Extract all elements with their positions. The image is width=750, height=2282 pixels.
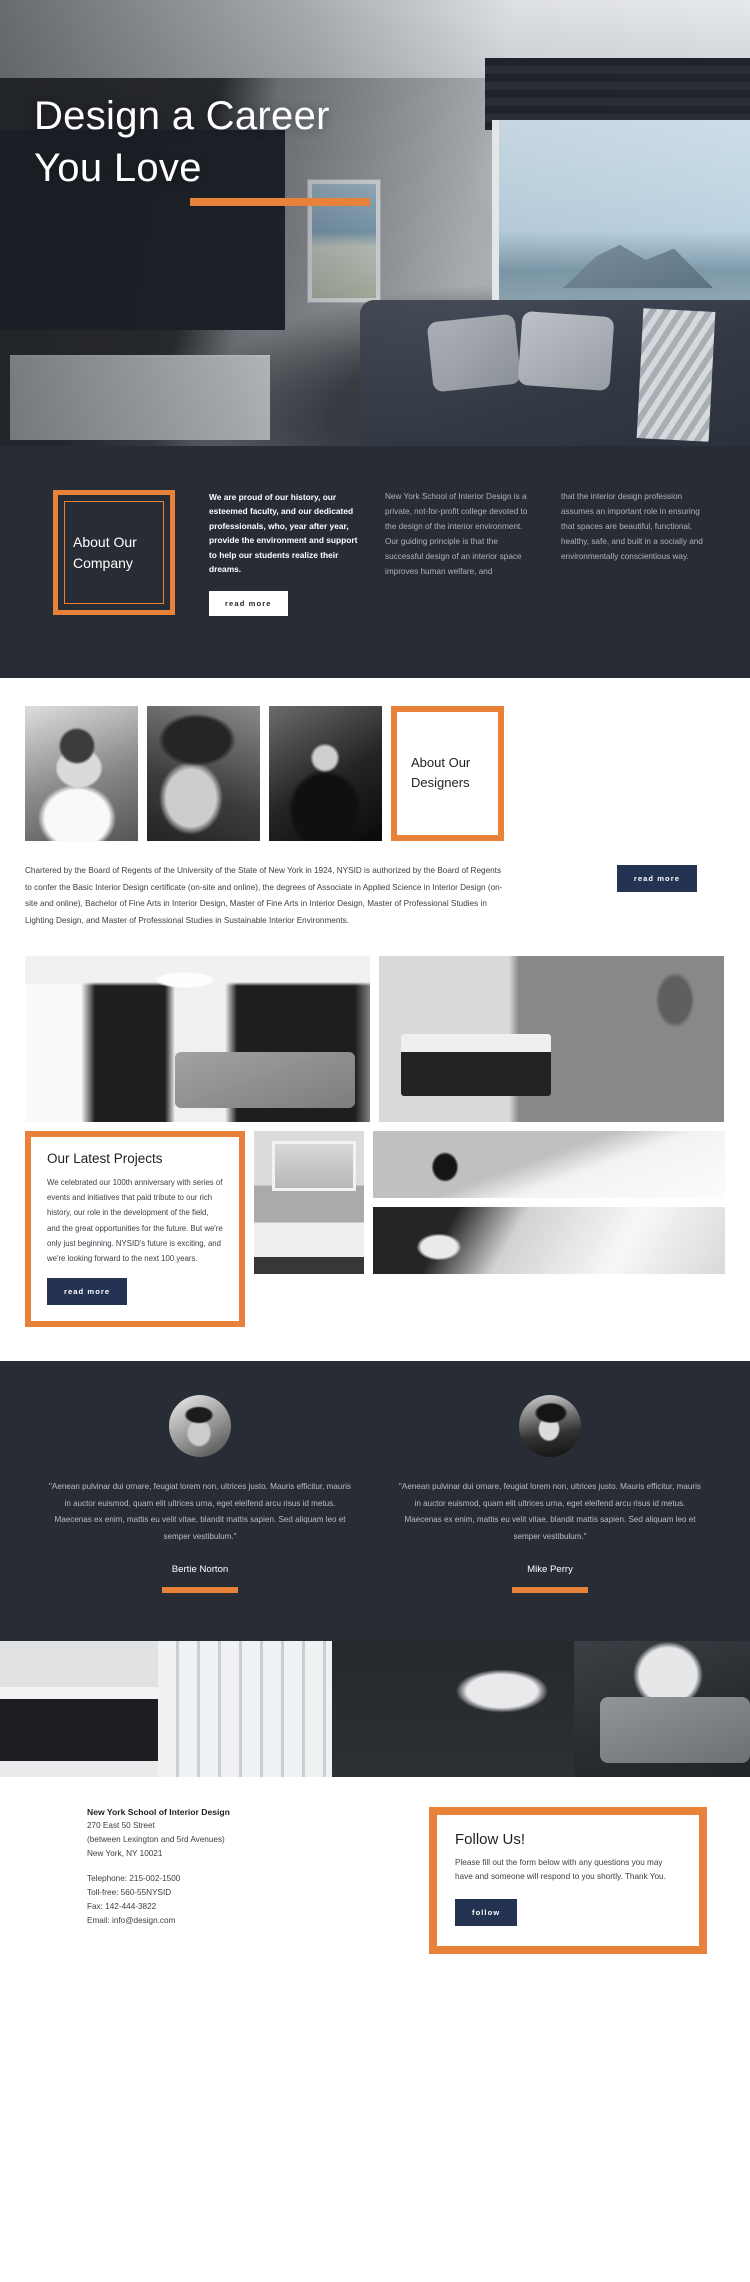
about-designers-read-more-button[interactable]: read more bbox=[616, 864, 697, 892]
testimonials-section: "Aenean pulvinar dui ornare, feugiat lor… bbox=[0, 1361, 750, 1641]
about-company-frame: About Our Company bbox=[53, 490, 175, 615]
testimonial-accent-bar bbox=[162, 1586, 238, 1593]
footer-image-strip bbox=[0, 1640, 750, 1777]
latest-projects-read-more-button[interactable]: read more bbox=[47, 1278, 128, 1306]
testimonial-author-name: Mike Perry bbox=[527, 1563, 573, 1575]
testimonial-card: "Aenean pulvinar dui ornare, feugiat lor… bbox=[375, 1395, 725, 1593]
follow-us-title: Follow Us! bbox=[455, 1830, 526, 1848]
designer-photo-3 bbox=[269, 705, 382, 841]
footer-telephone: Telephone: 215-002-1500 bbox=[87, 1873, 181, 1883]
designer-photo-1 bbox=[25, 705, 138, 841]
avatar bbox=[519, 1395, 581, 1458]
strip-image-fireplace bbox=[0, 1640, 159, 1777]
about-designers-section: About Our Designers Chartered by the Boa… bbox=[0, 677, 750, 930]
latest-projects-title: Our Latest Projects bbox=[47, 1150, 163, 1166]
hero-title-line-1: Design a Career bbox=[34, 94, 330, 138]
about-company-column-2: New York School of Interior Design is a … bbox=[373, 490, 549, 616]
project-image-bed-mug bbox=[373, 1130, 725, 1198]
strip-image-french-doors bbox=[158, 1640, 332, 1777]
footer-spacer bbox=[87, 1861, 325, 1872]
about-company-read-more-button[interactable]: read more bbox=[209, 590, 288, 616]
follow-us-card: Follow Us! Please fill out the form belo… bbox=[429, 1806, 707, 1955]
about-designers-body: Chartered by the Board of Regents of the… bbox=[25, 865, 503, 926]
footer-address-line-1: 270 East 50 Street bbox=[87, 1820, 155, 1830]
avatar bbox=[169, 1395, 231, 1458]
testimonial-quote: "Aenean pulvinar dui ornare, feugiat lor… bbox=[49, 1482, 351, 1541]
latest-projects-section: Our Latest Projects We celebrated our 10… bbox=[0, 929, 750, 1362]
project-image-lounge-sofa bbox=[373, 1206, 725, 1274]
testimonial-quote: "Aenean pulvinar dui ornare, feugiat lor… bbox=[399, 1482, 701, 1541]
project-image-bedroom-desk bbox=[379, 955, 724, 1122]
footer-address-line-3: New York, NY 10021 bbox=[87, 1848, 163, 1858]
hero-section: Design a Career You Love bbox=[0, 0, 750, 446]
latest-projects-card: Our Latest Projects We celebrated our 10… bbox=[25, 1130, 245, 1328]
strip-image-sofa-lamp bbox=[574, 1640, 750, 1777]
page-title: Design a Career You Love bbox=[34, 90, 330, 194]
about-company-body-3: that the interior design profession assu… bbox=[561, 492, 703, 561]
about-company-column-3: that the interior design profession assu… bbox=[549, 490, 725, 616]
follow-button[interactable]: follow bbox=[455, 1899, 518, 1927]
follow-us-body: Please fill out the form below with any … bbox=[455, 1857, 666, 1882]
strip-image-dark-wall bbox=[331, 1640, 574, 1777]
about-company-section: About Our Company We are proud of our hi… bbox=[0, 446, 750, 678]
about-company-heading: About Our Company bbox=[73, 534, 137, 571]
footer-fax: Fax: 142-444-3822 bbox=[87, 1902, 157, 1912]
latest-projects-body: We celebrated our 100th anniversary with… bbox=[47, 1177, 223, 1263]
footer-org-name: New York School of Interior Design bbox=[87, 1806, 230, 1817]
footer-tollfree: Toll-free: 560-55NYSID bbox=[87, 1887, 172, 1897]
testimonial-author-name: Bertie Norton bbox=[171, 1563, 229, 1575]
about-company-lead-text: We are proud of our history, our esteeme… bbox=[209, 492, 358, 575]
about-company-body-2: New York School of Interior Design is a … bbox=[385, 492, 528, 576]
project-image-living-room bbox=[25, 955, 370, 1122]
footer-section: New York School of Interior Design 270 E… bbox=[0, 1776, 750, 1991]
project-image-glass-balcony bbox=[254, 1130, 364, 1274]
about-company-lead-column: We are proud of our history, our esteeme… bbox=[175, 490, 373, 616]
about-designers-frame: About Our Designers bbox=[391, 705, 504, 841]
hero-accent-bar bbox=[190, 198, 370, 206]
designer-photo-2 bbox=[147, 705, 260, 841]
about-designers-heading: About Our Designers bbox=[411, 755, 471, 791]
footer-email[interactable]: Email: info@design.com bbox=[87, 1914, 325, 1928]
footer-address-line-2: (between Lexington and 5rd Avenues) bbox=[87, 1834, 225, 1844]
testimonial-accent-bar bbox=[512, 1586, 588, 1593]
about-company-frame-wrap: About Our Company bbox=[25, 490, 175, 616]
testimonial-card: "Aenean pulvinar dui ornare, feugiat lor… bbox=[25, 1395, 375, 1593]
hero-overlay-scrim bbox=[0, 0, 750, 446]
hero-title-line-2: You Love bbox=[34, 146, 202, 190]
footer-contact-block: New York School of Interior Design 270 E… bbox=[25, 1807, 325, 1929]
